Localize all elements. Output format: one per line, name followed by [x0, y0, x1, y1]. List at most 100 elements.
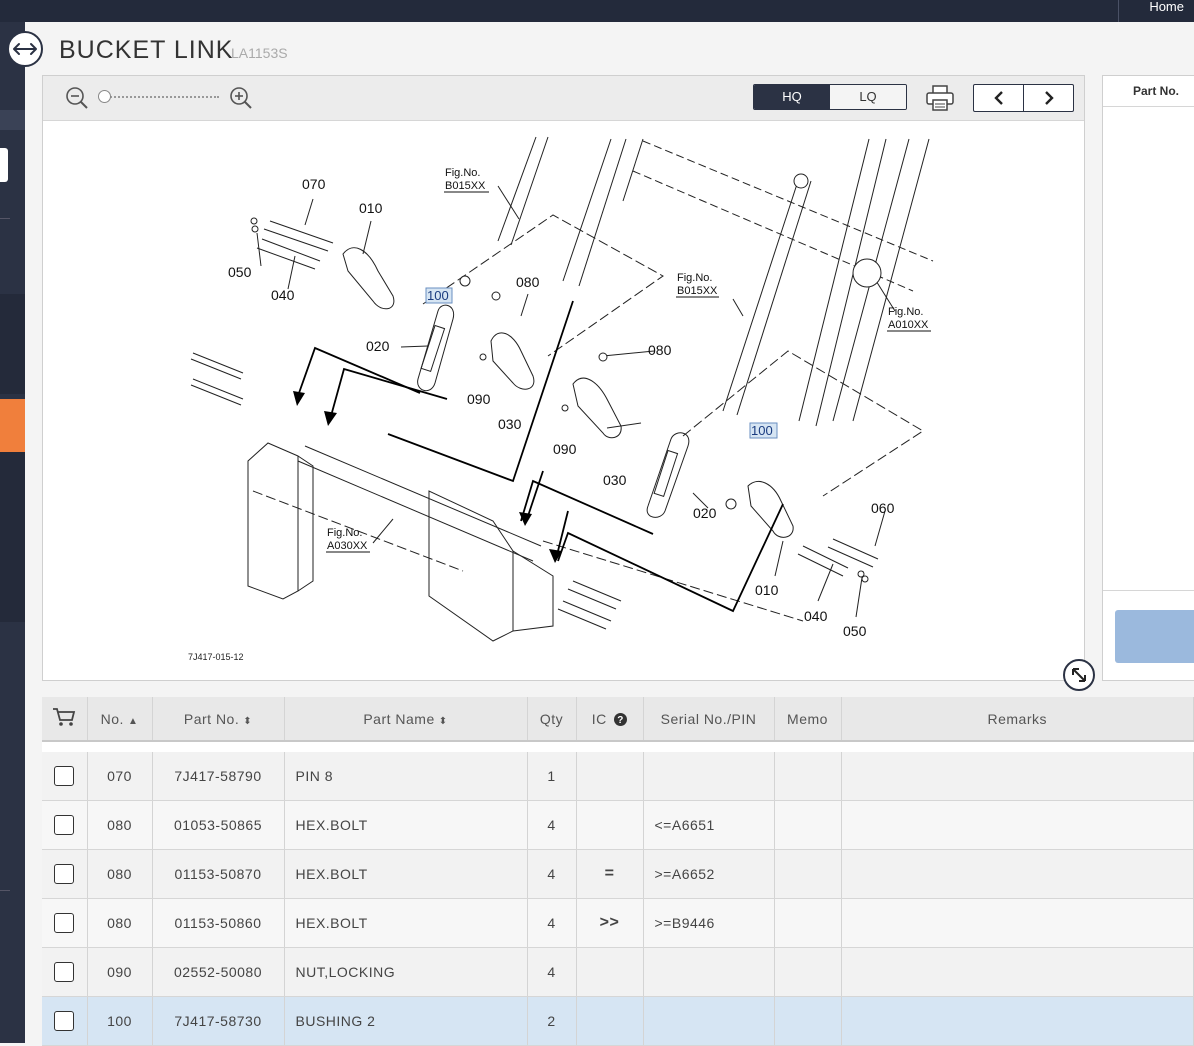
nav-item-active[interactable] — [0, 399, 25, 452]
memo-cell[interactable] — [774, 752, 842, 801]
part-no-cell[interactable]: 01153-50870 — [152, 849, 285, 899]
callout-label[interactable]: 090 — [553, 441, 577, 457]
sort-icon: ⬍ — [243, 715, 253, 727]
memo-cell[interactable] — [774, 800, 842, 850]
part-name-column-header[interactable]: Part Name ⬍ — [284, 697, 528, 742]
no-column-header[interactable]: No. ▲ — [87, 697, 153, 742]
table-row[interactable]: 090 02552-50080 NUT,LOCKING 4 — [42, 947, 1194, 997]
qty-cell: 4 — [527, 849, 577, 899]
table-row[interactable]: 080 01153-50870 HEX.BOLT 4 = >=A6652 — [42, 849, 1194, 899]
callout-label[interactable]: 060 — [871, 500, 895, 516]
qty-column-header: Qty — [527, 697, 577, 742]
prev-page-button[interactable] — [974, 85, 1024, 111]
print-icon[interactable] — [925, 84, 955, 112]
row-checkbox[interactable] — [54, 766, 75, 786]
no-column-label: No. — [100, 710, 124, 727]
remarks-cell — [841, 947, 1194, 997]
fig-ref-code[interactable]: B015XX — [445, 180, 486, 192]
header-gap — [42, 741, 1194, 752]
part-no-cell[interactable]: 01053-50865 — [152, 800, 285, 850]
row-select-cell — [42, 947, 88, 997]
callout-label[interactable]: 010 — [755, 582, 779, 598]
zoom-slider-thumb[interactable] — [98, 90, 111, 103]
expand-button[interactable] — [1063, 659, 1095, 691]
next-page-button[interactable] — [1024, 85, 1073, 111]
callout-label[interactable]: 030 — [603, 472, 627, 488]
fig-ref-label[interactable]: Fig.No. — [445, 167, 480, 179]
row-checkbox[interactable] — [54, 815, 75, 835]
nav-divider — [0, 218, 10, 219]
fig-ref-code[interactable]: B015XX — [677, 285, 718, 297]
callout-label[interactable]: 020 — [693, 505, 717, 521]
serial-cell: >=A6652 — [643, 849, 775, 899]
table-row[interactable]: 080 01153-50860 HEX.BOLT 4 >> >=B9446 — [42, 898, 1194, 948]
nav-item[interactable] — [0, 110, 25, 130]
callout-label[interactable]: 050 — [228, 264, 252, 280]
part-name-column-label: Part Name — [363, 710, 435, 727]
back-toggle-button[interactable] — [7, 31, 43, 67]
nav-item[interactable] — [0, 294, 25, 394]
ic-cell — [576, 800, 644, 850]
table-row[interactable]: 070 7J417-58790 PIN 81 — [42, 752, 1194, 801]
part-no-cell[interactable]: 7J417-58730 — [152, 996, 285, 1046]
callout-label[interactable]: 030 — [498, 416, 522, 432]
part-no-cell[interactable]: 02552-50080 — [152, 947, 285, 997]
callout-label[interactable]: 090 — [467, 391, 491, 407]
fig-ref-code[interactable]: A010XX — [888, 319, 929, 331]
zoom-slider-track[interactable] — [103, 96, 219, 100]
row-checkbox[interactable] — [54, 1011, 75, 1031]
row-select-cell — [42, 849, 88, 899]
zoom-in-icon[interactable] — [229, 86, 253, 110]
row-checkbox[interactable] — [54, 913, 75, 933]
zoom-out-icon[interactable] — [65, 86, 89, 110]
serial-cell: >=B9446 — [643, 898, 775, 948]
callout-label[interactable]: 020 — [366, 338, 390, 354]
part-no-cell[interactable]: 01153-50860 — [152, 898, 285, 948]
double-arrow-icon — [13, 43, 37, 55]
ic-cell — [576, 947, 644, 997]
remarks-cell — [841, 800, 1194, 850]
memo-cell[interactable] — [774, 849, 842, 899]
callout-label[interactable]: 080 — [516, 274, 540, 290]
memo-column-header: Memo — [774, 697, 842, 742]
remarks-cell — [841, 849, 1194, 899]
row-select-cell — [42, 996, 88, 1046]
help-icon[interactable]: ? — [614, 712, 628, 726]
nav-item[interactable] — [0, 452, 25, 622]
callout-label[interactable]: 050 — [843, 623, 867, 639]
add-to-cart-button[interactable] — [1115, 610, 1194, 663]
callout-label[interactable]: 040 — [271, 287, 295, 303]
fig-ref-code[interactable]: A030XX — [327, 540, 368, 552]
ic-cell: = — [576, 849, 644, 899]
memo-cell[interactable] — [774, 996, 842, 1046]
fig-ref-label[interactable]: Fig.No. — [327, 527, 362, 539]
row-select-cell — [42, 898, 88, 948]
table-header-row: No. ▲ Part No. ⬍ Part Name ⬍ Qty IC ? Seria… — [42, 697, 1194, 742]
fig-ref-label[interactable]: Fig.No. — [888, 306, 923, 318]
callout-label-selected[interactable]: 100 — [751, 423, 773, 438]
sort-icon: ⬍ — [438, 715, 448, 727]
qty-cell: 1 — [527, 752, 577, 801]
row-checkbox[interactable] — [54, 962, 75, 982]
memo-cell[interactable] — [774, 898, 842, 948]
memo-cell[interactable] — [774, 947, 842, 997]
callout-label[interactable]: 070 — [302, 176, 326, 192]
callout-label[interactable]: 040 — [804, 608, 828, 624]
part-no-column-header[interactable]: Part No. ⬍ — [152, 697, 285, 742]
row-checkbox[interactable] — [54, 864, 75, 884]
serial-cell: <=A6651 — [643, 800, 775, 850]
part-name-cell: BUSHING 2 — [284, 996, 528, 1046]
quality-lq-button[interactable]: LQ — [830, 85, 906, 109]
table-row[interactable]: 080 01053-50865 HEX.BOLT 4 <=A6651 — [42, 800, 1194, 850]
part-no-cell[interactable]: 7J417-58790 — [152, 752, 285, 801]
callout-label-selected[interactable]: 100 — [427, 288, 449, 303]
table-row[interactable]: 100 7J417-58730 BUSHING 22 — [42, 996, 1194, 1046]
top-bar: Home — [0, 0, 1194, 22]
nav-handle[interactable] — [0, 148, 8, 182]
exploded-parts-diagram[interactable]: 070 010 050 040 080 020 090 030 080 090 … — [43, 121, 1084, 680]
fig-ref-label[interactable]: Fig.No. — [677, 272, 712, 284]
home-link[interactable]: Home — [1118, 0, 1194, 22]
quality-hq-button[interactable]: HQ — [754, 85, 830, 109]
callout-label[interactable]: 010 — [359, 200, 383, 216]
callout-label[interactable]: 080 — [648, 342, 672, 358]
